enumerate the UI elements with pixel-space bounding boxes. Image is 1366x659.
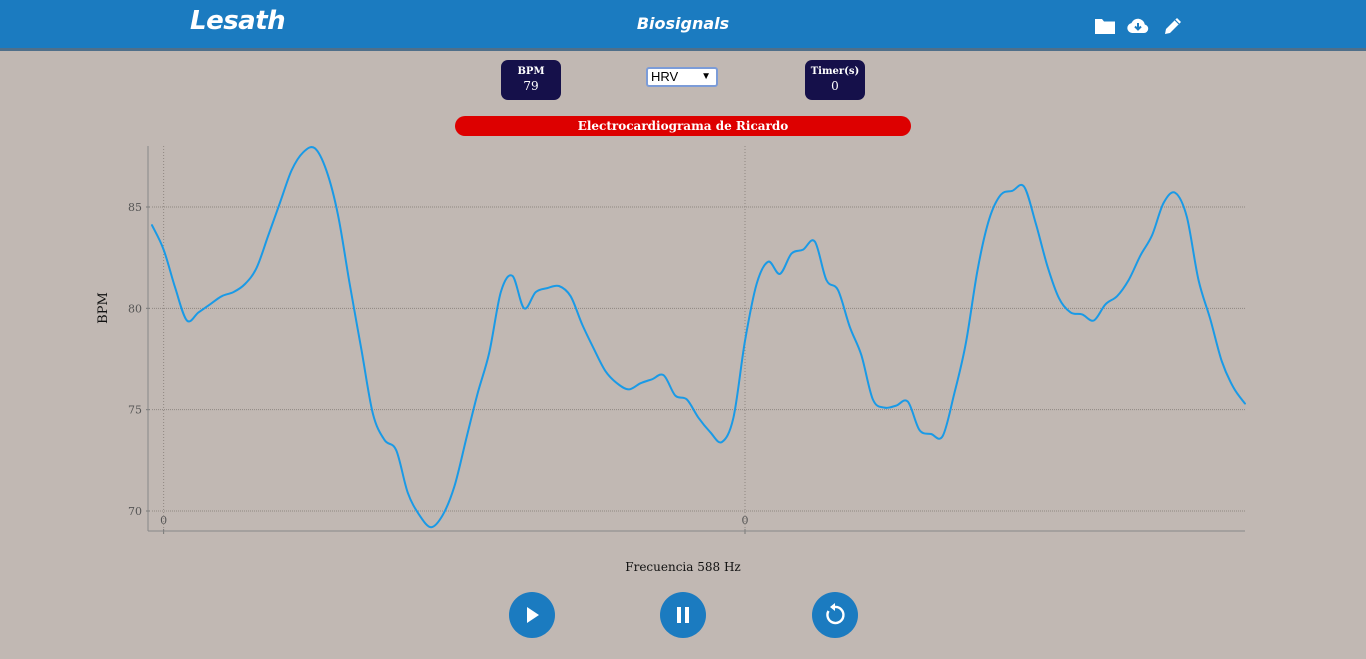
play-button[interactable] [509,592,555,638]
play-icon [527,607,539,623]
chart-tick-labels: 70 75 80 85 0 0 [128,201,749,527]
x-tick-label: 0 [742,514,749,527]
y-tick-label: 70 [128,505,142,518]
ecg-line-chart: 70 75 80 85 0 0 BPM [96,146,1246,534]
chart-grid [152,146,1245,531]
pause-icon [677,607,689,623]
series-line-bpm [151,146,1246,529]
restart-icon [826,603,845,625]
y-tick-label: 85 [128,201,142,214]
restart-button[interactable] [812,592,858,638]
y-tick-label: 80 [128,302,142,315]
frequency-label: Frecuencia 588 Hz [625,560,741,574]
chart-axes [146,146,1245,534]
y-tick-label: 75 [128,404,142,417]
y-axis-label: BPM [96,292,111,324]
pause-button[interactable] [660,592,706,638]
x-tick-label: 0 [160,514,167,527]
